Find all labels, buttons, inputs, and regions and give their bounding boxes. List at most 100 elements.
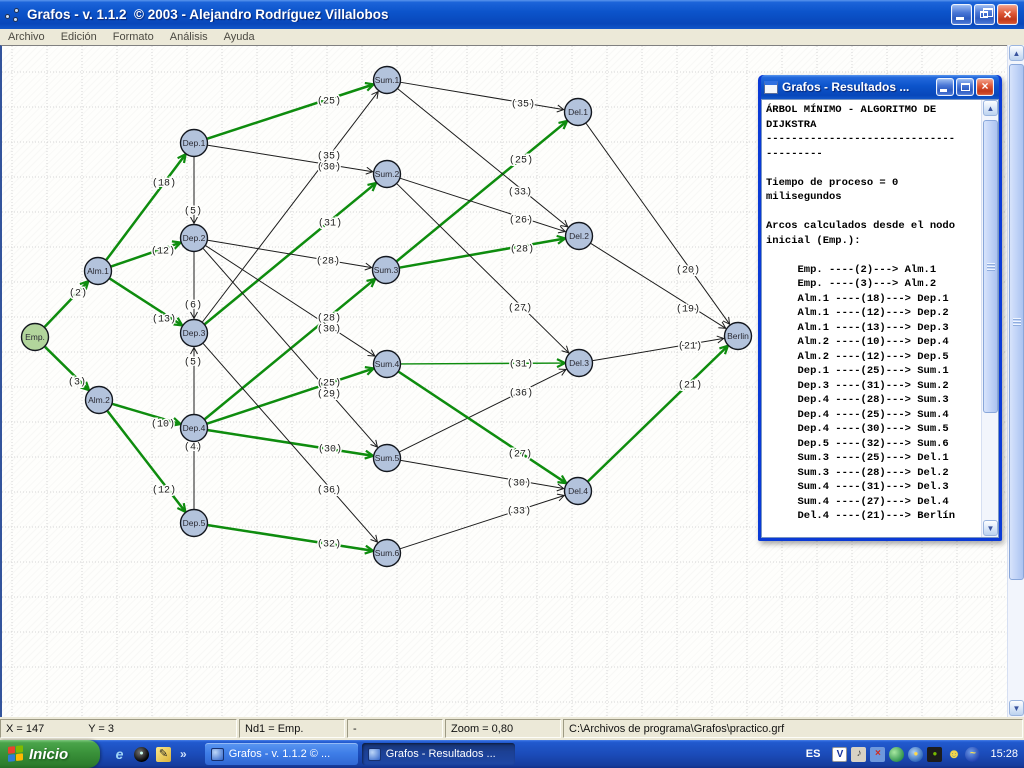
- scroll-up-button[interactable]: ▲: [1009, 45, 1024, 61]
- node-Dep.3[interactable]: Dep.3: [181, 320, 208, 347]
- node-Berlin[interactable]: Berlin: [725, 323, 752, 350]
- edge-Sum.2-Del.3: [397, 184, 569, 353]
- node-Del.3[interactable]: Del.3: [566, 350, 593, 377]
- node-Dep.4[interactable]: Dep.4: [181, 415, 208, 442]
- edge-weight-Sum.1-Del.1: (35): [511, 99, 535, 111]
- menu-edicion[interactable]: Edición: [53, 30, 105, 44]
- node-Sum.5[interactable]: Sum.5: [374, 445, 401, 472]
- minimize-icon: [956, 17, 964, 20]
- node-Del.4[interactable]: Del.4: [565, 478, 592, 505]
- quick-launch-chevron-icon[interactable]: »: [180, 747, 187, 761]
- internet-explorer-icon[interactable]: e: [112, 747, 127, 762]
- titlebar: Grafos - v. 1.1.2 © 2003 - Alejandro Rod…: [0, 0, 1024, 29]
- edge-weight-Dep.5-Dep.4: (4): [184, 442, 202, 454]
- edge-weight-Sum.4-Del.3: (31): [509, 359, 533, 371]
- tray-icons: V ♪ × ● ● ☻ ~: [832, 747, 980, 762]
- edge-Del.4-Berlin: [588, 346, 728, 481]
- edge-weight-Sum.2-Del.2: (26): [509, 215, 533, 227]
- media-player-icon[interactable]: ●: [134, 747, 149, 762]
- scrollbar-thumb[interactable]: [1009, 64, 1024, 580]
- node-label: Sum.2: [375, 169, 400, 179]
- edge-Del.3-Berlin: [593, 338, 724, 360]
- node-Alm.1[interactable]: Alm.1: [85, 258, 112, 285]
- node-Sum.2[interactable]: Sum.2: [374, 161, 401, 188]
- edge-weight-Dep.4-Sum.3: (28): [317, 313, 341, 325]
- edge-weight-Dep.5-Sum.6: (32): [317, 539, 341, 551]
- globe-lock-icon[interactable]: ●: [908, 747, 923, 762]
- edge-weight-Del.2-Berlin: (19): [676, 304, 700, 316]
- pen-tool-icon[interactable]: ✎: [156, 747, 171, 762]
- edge-weight-Dep.1-Dep.2: (5): [184, 206, 202, 218]
- node-Sum.6[interactable]: Sum.6: [374, 540, 401, 567]
- task-app-icon: [211, 748, 224, 761]
- edge-Dep.5-Sum.6: [208, 525, 373, 551]
- results-minimize-button[interactable]: [936, 78, 954, 96]
- edge-weight-Del.4-Berlin: (21): [678, 380, 702, 392]
- node-Dep.2[interactable]: Dep.2: [181, 225, 208, 252]
- network-error-icon[interactable]: ×: [870, 747, 885, 762]
- language-indicator[interactable]: ES: [806, 748, 821, 760]
- nvidia-icon[interactable]: ●: [927, 747, 942, 762]
- status-zoom: Zoom = 0,80: [445, 719, 561, 738]
- scroll-down-button[interactable]: ▼: [1009, 700, 1024, 716]
- results-scroll-up-button[interactable]: ▲: [983, 100, 998, 116]
- node-Sum.3[interactable]: Sum.3: [373, 257, 400, 284]
- status-edge: -: [347, 719, 443, 738]
- node-Dep.5[interactable]: Dep.5: [181, 510, 208, 537]
- menu-analisis[interactable]: Análisis: [162, 30, 216, 44]
- results-scrollbar-thumb[interactable]: [983, 120, 998, 413]
- node-Emp.[interactable]: Emp.: [22, 324, 49, 351]
- results-window: Grafos - Resultados ... × ÁRBOL MÍNIMO -…: [758, 75, 1002, 541]
- node-Sum.4[interactable]: Sum.4: [374, 351, 401, 378]
- grafos-main-window: Grafos - v. 1.1.2 © 2003 - Alejandro Rod…: [0, 0, 1024, 768]
- node-Del.2[interactable]: Del.2: [566, 223, 593, 250]
- edge-weight-Alm.2-Dep.4: (10): [151, 419, 175, 431]
- node-label: Del.1: [568, 107, 588, 117]
- node-Alm.2[interactable]: Alm.2: [86, 387, 113, 414]
- thumb-grip-icon: [1013, 318, 1021, 326]
- restore-button[interactable]: [974, 4, 995, 25]
- results-maximize-button[interactable]: [956, 78, 974, 96]
- grafos-app-icon: [4, 6, 22, 24]
- edge-weight-Alm.1-Dep.1: (18): [152, 178, 176, 190]
- results-window-title: Grafos - Resultados ...: [782, 80, 936, 94]
- node-label: Sum.1: [375, 75, 400, 85]
- minimize-button[interactable]: [951, 4, 972, 25]
- canvas-vertical-scrollbar[interactable]: ▲ ▼: [1007, 45, 1024, 717]
- close-button[interactable]: ×: [997, 4, 1018, 25]
- menu-formato[interactable]: Formato: [105, 30, 162, 44]
- taskbar: Inicio e●✎» Grafos - v. 1.1.2 © ...Grafo…: [0, 740, 1024, 768]
- status-node: Nd1 = Emp.: [239, 719, 345, 738]
- task-label: Grafos - Resultados ...: [386, 748, 496, 760]
- menu-archivo[interactable]: Archivo: [0, 30, 53, 44]
- results-titlebar[interactable]: Grafos - Resultados ... ×: [761, 75, 999, 99]
- vnc-icon[interactable]: V: [832, 747, 847, 762]
- edge-weight-Dep.4-Dep.3: (5): [184, 357, 202, 369]
- node-Dep.1[interactable]: Dep.1: [181, 130, 208, 157]
- status-ball-icon[interactable]: [889, 747, 904, 762]
- start-button[interactable]: Inicio: [0, 740, 100, 768]
- messenger-icon[interactable]: ~: [965, 747, 980, 762]
- windows-flag-icon: [8, 745, 24, 763]
- task-app-icon: [368, 748, 381, 761]
- results-close-button[interactable]: ×: [976, 78, 994, 96]
- node-Sum.1[interactable]: Sum.1: [374, 67, 401, 94]
- system-tray: ES V♪×●●☻~ 15:28: [806, 747, 1024, 762]
- audio-tool-icon[interactable]: ♪: [851, 747, 866, 762]
- menu-bar: ArchivoEdiciónFormatoAnálisisAyuda: [0, 29, 1024, 45]
- taskbar-tasks: Grafos - v. 1.1.2 © ... Grafos - Resultad…: [205, 743, 515, 765]
- results-vertical-scrollbar[interactable]: ▲ ▼: [981, 100, 998, 537]
- node-label: Dep.5: [183, 518, 206, 528]
- node-label: Berlin: [727, 331, 749, 341]
- menu-ayuda[interactable]: Ayuda: [216, 30, 263, 44]
- node-label: Del.2: [569, 231, 589, 241]
- ghost-icon[interactable]: ☻: [946, 747, 961, 762]
- node-Del.1[interactable]: Del.1: [565, 99, 592, 126]
- node-label: Alm.1: [87, 266, 109, 276]
- status-file-path: C:\Archivos de programa\Grafos\practico.…: [563, 719, 1023, 738]
- taskbar-task-1[interactable]: Grafos - v. 1.1.2 © ...: [205, 743, 358, 765]
- taskbar-task-2[interactable]: Grafos - Resultados ...: [362, 743, 515, 765]
- edge-weight-Emp.-Alm.1: (2): [69, 288, 87, 300]
- results-scroll-down-button[interactable]: ▼: [983, 520, 998, 536]
- edge-weight-Del.3-Berlin: (21): [678, 341, 702, 353]
